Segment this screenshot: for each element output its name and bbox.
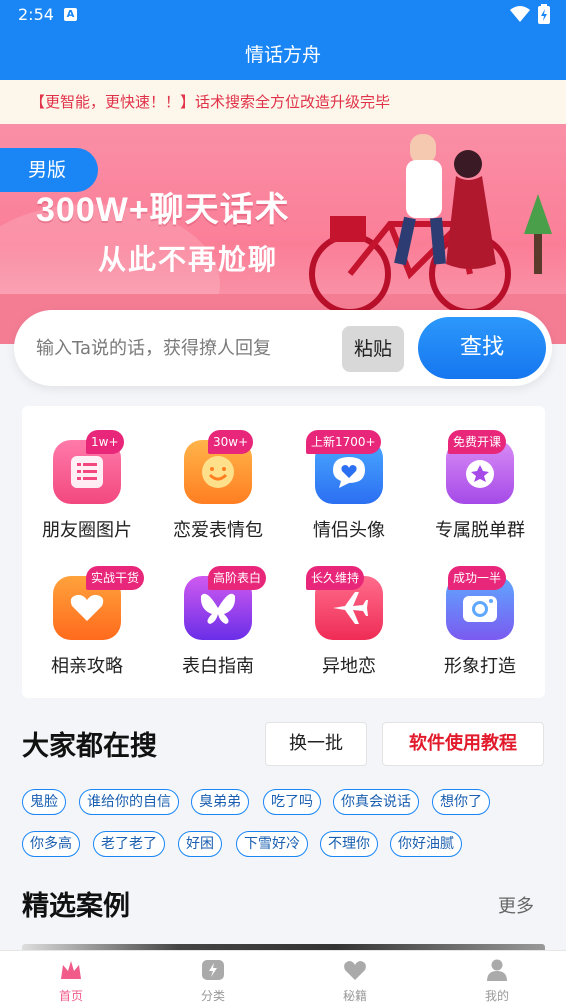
feature-item[interactable]: 专属脱单群	[415, 406, 545, 546]
nav-category[interactable]: 分类	[142, 951, 284, 1008]
heart-book-icon	[344, 961, 366, 980]
hot-search-tag[interactable]: 鬼脸	[22, 789, 66, 815]
hot-search-title: 大家都在搜	[22, 731, 157, 762]
nav-mine[interactable]: 我的	[426, 951, 566, 1008]
medal-icon	[466, 460, 494, 488]
feature-badge: 上新1700+	[306, 430, 381, 454]
nav-secrets[interactable]: 秘籍	[284, 951, 426, 1008]
list-icon	[71, 456, 103, 488]
bottom-nav: 首页 分类 秘籍 我的	[0, 950, 566, 1008]
cases-title: 精选案例	[22, 891, 130, 922]
search-input[interactable]	[36, 332, 336, 364]
feature-item[interactable]: 异地恋	[284, 542, 414, 682]
more-cases-link[interactable]: 更多	[498, 892, 534, 918]
nav-home[interactable]: 首页	[0, 951, 142, 1008]
search-box: 粘贴 查找	[14, 310, 552, 386]
feature-badge: 30w+	[208, 430, 254, 454]
feature-label: 情侣头像	[313, 520, 385, 541]
camera-icon	[463, 596, 497, 622]
tutorial-button[interactable]: 软件使用教程	[382, 722, 544, 766]
smiley-icon	[202, 456, 234, 488]
feature-item[interactable]: 表白指南	[153, 542, 283, 682]
feature-label: 朋友圈图片	[42, 520, 132, 541]
feature-label: 专属脱单群	[435, 520, 525, 541]
app-title: 情话方舟	[244, 44, 321, 66]
hot-search-tag[interactable]: 好困	[178, 831, 222, 857]
airplane-icon	[333, 592, 368, 624]
notification-icon: A	[64, 8, 77, 21]
status-time: 2:54	[18, 5, 54, 24]
hot-search-tag[interactable]: 不理你	[320, 831, 378, 857]
hot-search-tag[interactable]: 想你了	[432, 789, 490, 815]
category-icon	[202, 960, 224, 980]
feature-item[interactable]: 情侣头像	[284, 406, 414, 546]
hot-search-tag[interactable]: 你多高	[22, 831, 80, 857]
notice-bar[interactable]: 【更智能，更快速！！】话术搜索全方位改造升级完毕	[0, 80, 566, 124]
paste-button[interactable]: 粘贴	[342, 326, 404, 372]
nav-home-label: 首页	[58, 989, 83, 1003]
hot-search-tag[interactable]: 吃了吗	[263, 789, 321, 815]
status-icons	[510, 4, 550, 24]
feature-badge: 长久维持	[306, 566, 365, 590]
feature-badge: 成功一半	[448, 566, 507, 590]
feature-label: 表白指南	[182, 656, 254, 677]
find-button[interactable]: 查找	[418, 317, 546, 379]
feature-item[interactable]: 恋爱表情包	[153, 406, 283, 546]
hot-search-tag[interactable]: 谁给你的自信	[79, 789, 179, 815]
couple-bicycle-illustration	[309, 134, 552, 315]
feature-item[interactable]: 形象打造	[415, 542, 545, 682]
feature-grid: 朋友圈图片 1w+ 恋爱表情包 30w+ 情侣头像 上新1700+ 专属脱单群 免费开课相亲攻…	[22, 406, 545, 698]
hot-search-tag[interactable]: 你好油腻	[390, 831, 462, 857]
refresh-batch-button[interactable]: 换一批	[265, 722, 367, 766]
feature-item[interactable]: 朋友圈图片	[22, 406, 152, 546]
nav-category-label: 分类	[200, 989, 225, 1003]
hot-search-tag[interactable]: 下雪好冷	[236, 831, 308, 857]
user-icon	[487, 959, 507, 981]
heart-hand-icon	[70, 594, 104, 621]
feature-badge: 高阶表白	[208, 566, 267, 590]
feature-label: 形象打造	[444, 656, 516, 677]
top-bar: 2:54 A 情话方舟	[0, 0, 566, 80]
feature-label: 异地恋	[322, 656, 376, 677]
feature-badge: 1w+	[86, 430, 124, 454]
nav-secrets-label: 秘籍	[342, 989, 367, 1003]
butterfly-icon	[200, 593, 236, 624]
feature-label: 相亲攻略	[51, 656, 123, 677]
feature-badge: 实战干货	[86, 566, 145, 590]
gender-version-tab[interactable]: 男版	[0, 148, 98, 192]
crown-icon	[61, 961, 81, 979]
feature-label: 恋爱表情包	[173, 520, 263, 541]
hot-search-tag[interactable]: 臭弟弟	[191, 789, 249, 815]
hot-search-tag[interactable]: 你真会说话	[333, 789, 419, 815]
feature-badge: 免费开课	[448, 430, 507, 454]
chat-heart-icon	[333, 457, 365, 488]
nav-mine-label: 我的	[484, 989, 509, 1003]
banner-subline: 从此不再尬聊	[98, 244, 279, 275]
battery-icon	[538, 4, 550, 24]
feature-item[interactable]: 相亲攻略	[22, 542, 152, 682]
wifi-icon	[510, 6, 530, 22]
hot-search-tag[interactable]: 老了老了	[93, 831, 165, 857]
